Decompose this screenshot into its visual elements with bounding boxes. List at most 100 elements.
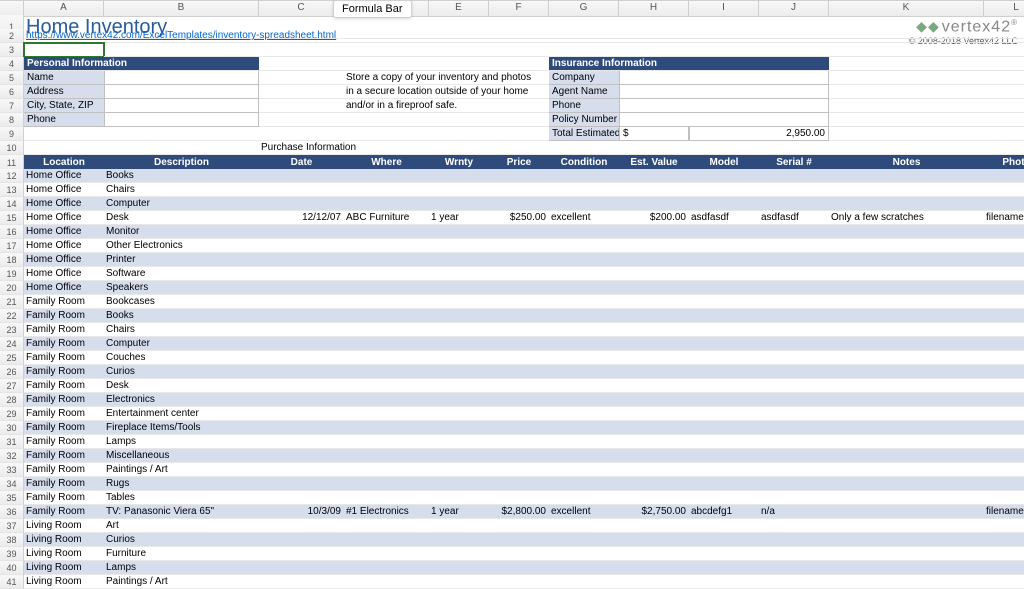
notes-cell[interactable]: [829, 239, 984, 253]
date-cell[interactable]: [259, 323, 344, 337]
cell[interactable]: [344, 43, 429, 57]
price-cell[interactable]: [489, 561, 549, 575]
photo-cell[interactable]: filename.jpg: [984, 211, 1024, 225]
where-cell[interactable]: [344, 561, 429, 575]
location-cell[interactable]: Family Room: [24, 379, 104, 393]
photo-cell[interactable]: [984, 309, 1024, 323]
condition-cell[interactable]: [549, 197, 619, 211]
where-cell[interactable]: [344, 491, 429, 505]
serial-cell[interactable]: [759, 351, 829, 365]
location-cell[interactable]: Home Office: [24, 253, 104, 267]
location-cell[interactable]: Family Room: [24, 449, 104, 463]
serial-cell[interactable]: [759, 323, 829, 337]
description-cell[interactable]: Curios: [104, 533, 259, 547]
description-cell[interactable]: Rugs: [104, 477, 259, 491]
notes-cell[interactable]: [829, 351, 984, 365]
notes-cell[interactable]: [829, 169, 984, 183]
cell[interactable]: [759, 43, 829, 57]
row-header[interactable]: 35: [0, 491, 24, 505]
cell[interactable]: [984, 99, 1024, 113]
where-cell[interactable]: [344, 197, 429, 211]
model-cell[interactable]: [689, 533, 759, 547]
date-cell[interactable]: [259, 183, 344, 197]
where-cell[interactable]: [344, 575, 429, 589]
description-cell[interactable]: Chairs: [104, 183, 259, 197]
model-cell[interactable]: [689, 281, 759, 295]
serial-cell[interactable]: [759, 309, 829, 323]
row-header[interactable]: 28: [0, 393, 24, 407]
description-cell[interactable]: Monitor: [104, 225, 259, 239]
est-value-cell[interactable]: $200.00: [619, 211, 689, 225]
cell[interactable]: [619, 141, 689, 155]
model-cell[interactable]: [689, 295, 759, 309]
warranty-cell[interactable]: [429, 435, 489, 449]
price-cell[interactable]: [489, 239, 549, 253]
price-cell[interactable]: [489, 225, 549, 239]
photo-cell[interactable]: [984, 449, 1024, 463]
where-cell[interactable]: [344, 295, 429, 309]
location-cell[interactable]: Family Room: [24, 295, 104, 309]
warranty-cell[interactable]: [429, 183, 489, 197]
row-header[interactable]: 40: [0, 561, 24, 575]
est-value-cell[interactable]: [619, 253, 689, 267]
notes-cell[interactable]: [829, 561, 984, 575]
condition-cell[interactable]: [549, 253, 619, 267]
est-value-cell[interactable]: $2,750.00: [619, 505, 689, 519]
location-cell[interactable]: Home Office: [24, 197, 104, 211]
date-cell[interactable]: [259, 225, 344, 239]
cell[interactable]: [984, 113, 1024, 127]
photo-cell[interactable]: [984, 337, 1024, 351]
price-cell[interactable]: [489, 435, 549, 449]
notes-cell[interactable]: [829, 309, 984, 323]
notes-cell[interactable]: [829, 533, 984, 547]
condition-cell[interactable]: [549, 309, 619, 323]
location-cell[interactable]: Family Room: [24, 323, 104, 337]
cell[interactable]: [984, 71, 1024, 85]
photo-cell[interactable]: [984, 477, 1024, 491]
row-header[interactable]: 33: [0, 463, 24, 477]
description-cell[interactable]: Chairs: [104, 323, 259, 337]
condition-cell[interactable]: [549, 491, 619, 505]
where-cell[interactable]: [344, 225, 429, 239]
warranty-cell[interactable]: [429, 281, 489, 295]
serial-cell[interactable]: [759, 407, 829, 421]
where-cell[interactable]: [344, 281, 429, 295]
description-cell[interactable]: Paintings / Art: [104, 575, 259, 589]
notes-cell[interactable]: [829, 323, 984, 337]
insurance-input[interactable]: [619, 85, 829, 99]
row-header[interactable]: 36: [0, 505, 24, 519]
cell[interactable]: [259, 71, 344, 85]
price-cell[interactable]: [489, 421, 549, 435]
serial-cell[interactable]: [759, 463, 829, 477]
cell[interactable]: [829, 113, 984, 127]
description-cell[interactable]: TV: Panasonic Viera 65": [104, 505, 259, 519]
model-cell[interactable]: [689, 435, 759, 449]
row-header[interactable]: 5: [0, 71, 24, 85]
where-cell[interactable]: [344, 309, 429, 323]
price-cell[interactable]: [489, 519, 549, 533]
notes-cell[interactable]: [829, 183, 984, 197]
cell[interactable]: [829, 141, 984, 155]
cell[interactable]: [619, 43, 689, 57]
date-cell[interactable]: [259, 379, 344, 393]
cell[interactable]: [689, 43, 759, 57]
est-value-cell[interactable]: [619, 169, 689, 183]
personal-input[interactable]: [104, 85, 259, 99]
est-value-cell[interactable]: [619, 575, 689, 589]
serial-cell[interactable]: [759, 365, 829, 379]
serial-cell[interactable]: n/a: [759, 505, 829, 519]
serial-cell[interactable]: asdfasdf: [759, 211, 829, 225]
where-cell[interactable]: [344, 365, 429, 379]
date-cell[interactable]: [259, 491, 344, 505]
model-cell[interactable]: [689, 267, 759, 281]
where-cell[interactable]: [344, 379, 429, 393]
warranty-cell[interactable]: [429, 337, 489, 351]
warranty-cell[interactable]: [429, 421, 489, 435]
model-cell[interactable]: [689, 393, 759, 407]
row-header[interactable]: 34: [0, 477, 24, 491]
where-cell[interactable]: [344, 435, 429, 449]
price-cell[interactable]: [489, 323, 549, 337]
row-header[interactable]: 22: [0, 309, 24, 323]
condition-cell[interactable]: [549, 547, 619, 561]
est-value-cell[interactable]: [619, 533, 689, 547]
